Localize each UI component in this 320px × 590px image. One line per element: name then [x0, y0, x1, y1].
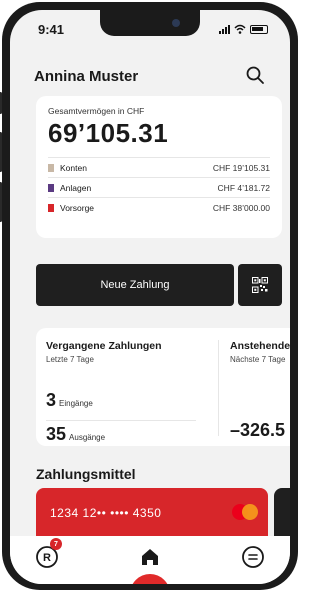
tab-menu[interactable] — [240, 544, 266, 570]
volume-down-button — [0, 182, 2, 222]
status-time: 9:41 — [38, 22, 65, 37]
status-icons — [219, 24, 268, 34]
upcoming-payments-subtitle: Nächste 7 Tage — [230, 355, 286, 364]
outgoing-count: 35 — [46, 424, 67, 444]
assets-row-anlagen[interactable]: Anlagen CHF 4’181.72 — [48, 177, 270, 197]
assets-row-vorsorge[interactable]: Vorsorge CHF 38’000.00 — [48, 197, 270, 217]
vorsorge-swatch — [48, 203, 54, 212]
search-icon[interactable] — [244, 64, 266, 86]
payment-means-title: Zahlungsmittel — [36, 466, 136, 482]
qr-code-icon — [252, 277, 268, 293]
header: Annina Muster — [34, 64, 266, 88]
notch — [100, 10, 200, 36]
assets-row-label: Konten — [60, 162, 87, 173]
assets-row-konten[interactable]: Konten CHF 19’105.31 — [48, 157, 270, 177]
signal-icon — [219, 24, 230, 34]
tab-bar: R 7 — [10, 536, 290, 584]
konten-swatch — [48, 163, 54, 172]
assets-row-label: Vorsorge — [60, 202, 95, 213]
new-payment-button[interactable]: Neue Zahlung — [36, 264, 234, 306]
active-tab-indicator — [130, 574, 170, 584]
menu-icon — [242, 546, 264, 568]
upcoming-payments-title: Anstehende — [230, 340, 290, 352]
home-icon — [142, 549, 158, 565]
outgoing-label: Ausgänge — [69, 433, 106, 442]
card-number: 1234 12•• •••• 4350 — [50, 506, 162, 520]
column-divider — [218, 340, 219, 436]
mute-switch — [0, 92, 2, 114]
assets-breakdown: Konten CHF 19’105.31 Anlagen CHF 4’181.7… — [48, 157, 270, 217]
app-screen: 9:41 Annina Muster Gesamtvermögen in CHF… — [10, 10, 290, 584]
qr-scan-button[interactable] — [238, 264, 282, 306]
mastercard-logo-icon — [232, 504, 260, 520]
payments-divider — [46, 420, 196, 421]
assets-row-amount: CHF 38’000.00 — [212, 202, 270, 213]
incoming-payments: 3 Eingänge — [46, 390, 93, 411]
incoming-count: 3 — [46, 390, 57, 410]
svg-text:R: R — [43, 552, 51, 564]
past-payments-title: Vergangene Zahlungen — [46, 340, 162, 352]
tab-home[interactable] — [137, 544, 163, 570]
outgoing-payments: 35 Ausgänge — [46, 424, 105, 445]
total-assets-card[interactable]: Gesamtvermögen in CHF 69’105.31 Konten C… — [36, 96, 282, 238]
user-name: Annina Muster — [34, 68, 139, 85]
wifi-icon — [234, 24, 246, 34]
assets-row-amount: CHF 4’181.72 — [217, 182, 270, 193]
notification-badge: 7 — [50, 538, 62, 550]
upcoming-payments[interactable]: Anstehende Nächste 7 Tage –326.5 — [230, 340, 290, 440]
phone-frame: 9:41 Annina Muster Gesamtvermögen in CHF… — [0, 2, 298, 590]
upcoming-amount: –326.5 — [230, 420, 286, 440]
assets-row-label: Anlagen — [60, 182, 92, 193]
past-payments[interactable]: Vergangene Zahlungen Letzte 7 Tage 3 Ein… — [46, 340, 198, 444]
battery-icon — [250, 24, 268, 34]
total-assets-value: 69’105.31 — [48, 118, 169, 148]
past-payments-subtitle: Letzte 7 Tage — [46, 355, 94, 364]
anlagen-swatch — [48, 183, 54, 192]
assets-row-amount: CHF 19’105.31 — [212, 162, 270, 173]
volume-up-button — [0, 132, 2, 172]
total-assets-label: Gesamtvermögen in CHF — [48, 106, 145, 116]
payments-overview-card[interactable]: Vergangene Zahlungen Letzte 7 Tage 3 Ein… — [36, 328, 290, 446]
incoming-label: Eingänge — [59, 399, 93, 408]
tab-rewards[interactable]: R 7 — [34, 538, 62, 570]
